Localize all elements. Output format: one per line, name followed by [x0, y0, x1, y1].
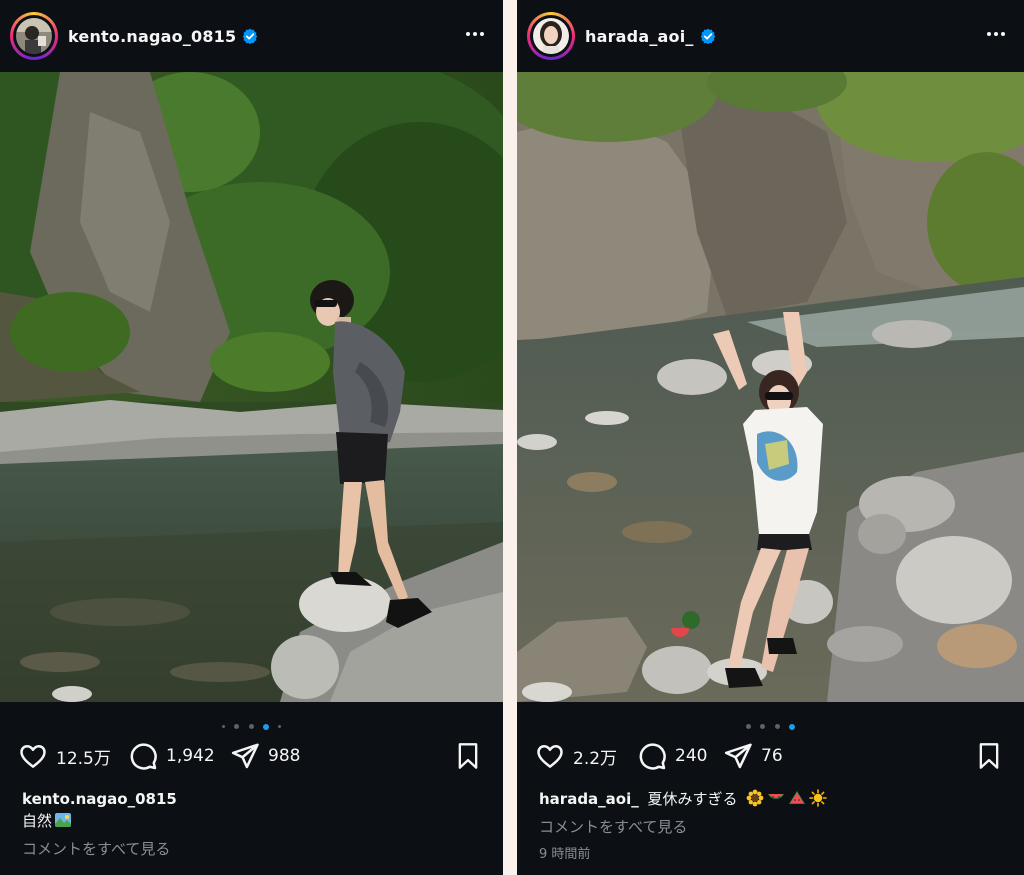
post-card-right: harada_aoi_ 2.2万 240 76 harada_aoi_ 夏休みす… [517, 0, 1024, 875]
post-header: kento.nagao_0815 [0, 0, 503, 72]
view-all-comments-link[interactable]: コメントをすべて見る [539, 818, 687, 836]
send-icon [231, 743, 259, 769]
post-header: harada_aoi_ [517, 0, 1024, 72]
more-options-icon[interactable] [984, 22, 1008, 46]
bookmark-icon[interactable] [455, 742, 481, 770]
carousel-indicator [517, 716, 1024, 730]
carousel-dot [234, 724, 240, 729]
heart-icon [537, 745, 563, 768]
carousel-dot [774, 724, 780, 729]
username[interactable]: kento.nagao_0815 [68, 27, 258, 46]
username[interactable]: harada_aoi_ [585, 27, 716, 46]
comment-button[interactable]: 1,942 [128, 740, 215, 772]
post-timestamp: 9 時間前 [539, 847, 591, 862]
avatar[interactable] [533, 18, 569, 54]
carousel-dot [760, 724, 766, 729]
carousel-indicator [0, 716, 503, 730]
sun-emoji-icon [809, 789, 828, 807]
carousel-dot-active [788, 723, 795, 730]
like-count[interactable]: 2.2万 [573, 744, 617, 769]
like-count[interactable]: 12.5万 [56, 744, 111, 769]
carousel-dot [222, 725, 226, 728]
username-text[interactable]: kento.nagao_0815 [68, 27, 236, 46]
verified-badge-icon [243, 28, 258, 44]
story-ring[interactable] [10, 12, 58, 60]
carousel-dot-active [262, 723, 269, 730]
view-all-comments-link[interactable]: コメントをすべて見る [22, 840, 170, 858]
share-count[interactable]: 988 [268, 746, 300, 766]
bookmark-icon[interactable] [976, 742, 1002, 770]
caption-text: 夏休みすぎる [647, 790, 738, 808]
share-button[interactable]: 76 [723, 740, 783, 772]
heart-icon [20, 745, 46, 768]
share-button[interactable]: 988 [230, 740, 300, 772]
comment-count[interactable]: 240 [675, 746, 707, 766]
caption-username[interactable]: kento.nagao_0815 [22, 790, 177, 808]
watermelon-slice-emoji-icon [789, 791, 806, 804]
caption: harada_aoi_ 夏休みすぎる コメントをすべて見る 9 時間前 [539, 788, 1014, 866]
landscape-photo-emoji-icon [55, 813, 72, 827]
comment-button[interactable]: 240 [637, 740, 707, 772]
story-ring[interactable] [527, 12, 575, 60]
share-count[interactable]: 76 [761, 746, 783, 766]
comment-icon [639, 743, 666, 770]
comment-count[interactable]: 1,942 [166, 746, 215, 766]
comment-icon [130, 743, 157, 770]
sunflower-emoji-icon [746, 789, 764, 807]
like-button[interactable]: 12.5万 [18, 740, 111, 772]
username-text[interactable]: harada_aoi_ [585, 27, 694, 46]
post-photo[interactable] [517, 72, 1024, 702]
watermelon-emoji-icon [768, 794, 785, 800]
carousel-dot [277, 725, 281, 728]
post-actions: 2.2万 240 76 [517, 740, 1024, 772]
carousel-dot [746, 724, 752, 729]
avatar[interactable] [16, 18, 52, 54]
post-card-left: kento.nagao_0815 12.5万 1,942 988 kento.n… [0, 0, 503, 875]
send-icon [724, 743, 752, 769]
post-actions: 12.5万 1,942 988 [0, 740, 503, 772]
caption-text: 自然 [22, 812, 53, 830]
caption: kento.nagao_0815 自然 コメントをすべて見る [22, 788, 493, 860]
like-button[interactable]: 2.2万 [535, 740, 617, 772]
post-photo[interactable] [0, 72, 503, 702]
more-options-icon[interactable] [463, 22, 487, 46]
carousel-dot [248, 724, 254, 729]
caption-username[interactable]: harada_aoi_ [539, 790, 639, 808]
verified-badge-icon [700, 28, 715, 44]
